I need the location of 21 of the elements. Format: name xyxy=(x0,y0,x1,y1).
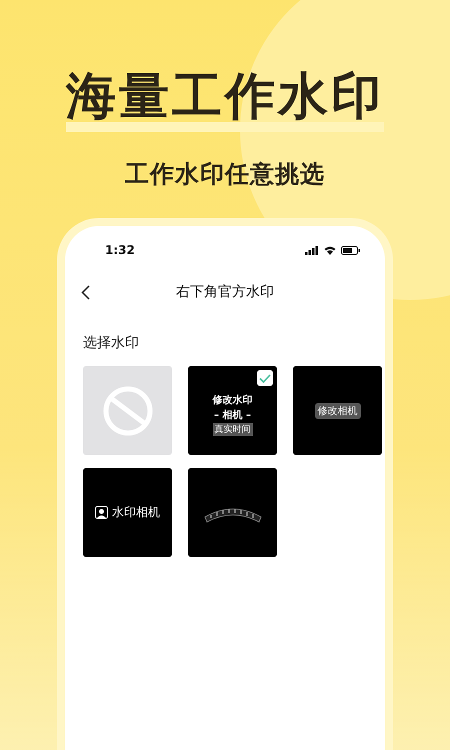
watermark-option[interactable]: 修改水印 – 相机 – 真实时间 xyxy=(188,366,277,455)
watermark-option[interactable] xyxy=(188,468,277,557)
check-icon xyxy=(257,370,273,386)
subtitle: 工作水印任意挑选 xyxy=(125,159,325,190)
nav-title: 右下角官方水印 xyxy=(176,283,274,301)
wifi-icon xyxy=(324,246,336,254)
battery-icon xyxy=(341,246,361,254)
watermark-option[interactable]: 修改相机 xyxy=(293,366,382,455)
back-icon[interactable] xyxy=(81,284,90,300)
watermark-text: 真实时间 xyxy=(212,423,252,436)
section-label: 选择水印 xyxy=(83,334,140,352)
watermark-text: 修改相机 xyxy=(314,402,360,418)
watermark-option[interactable]: 水印相机 xyxy=(83,468,172,557)
camera-icon xyxy=(95,506,108,519)
prohibited-icon xyxy=(102,384,154,436)
status-time: 1:32 xyxy=(105,243,135,257)
signal-icon xyxy=(305,246,319,254)
watermark-text: 修改水印 xyxy=(212,394,252,407)
watermark-text: 水印相机 xyxy=(112,504,160,521)
headline: 海量工作水印 xyxy=(66,70,384,122)
watermark-text: – 相机 – xyxy=(214,408,251,422)
